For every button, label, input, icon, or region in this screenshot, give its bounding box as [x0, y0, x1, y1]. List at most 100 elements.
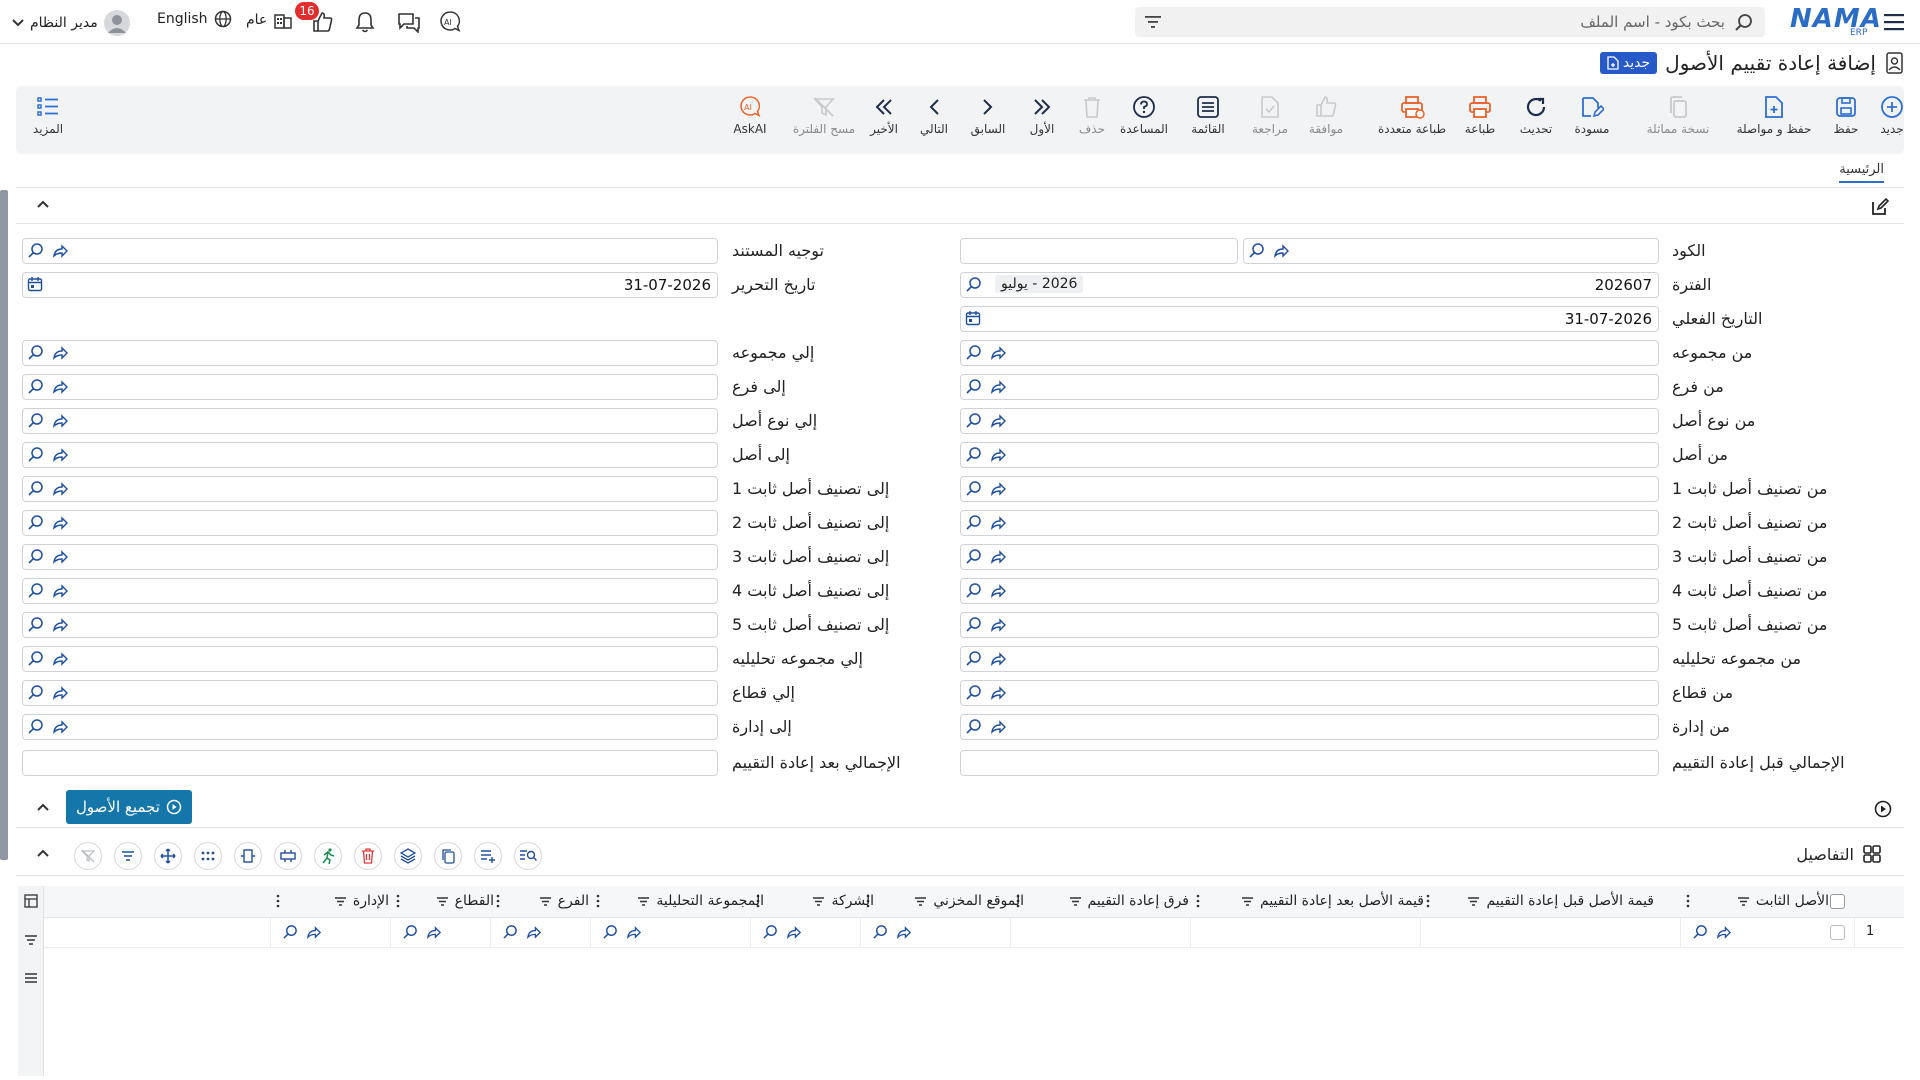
grid-cell-lookup[interactable]: [402, 924, 442, 940]
save-continue-button[interactable]: حفظ و مواصلة: [1724, 92, 1824, 136]
code-extra-field[interactable]: [960, 238, 1238, 264]
grid-cell-lookup[interactable]: [762, 924, 802, 940]
column-header[interactable]: المجموعة التحليلية: [637, 893, 764, 909]
open-link-icon[interactable]: [990, 344, 1007, 361]
column-menu-icon[interactable]: [1686, 894, 1690, 908]
open-link-icon[interactable]: [990, 446, 1007, 463]
grid-cell-lookup[interactable]: [282, 924, 322, 940]
open-link-icon[interactable]: [52, 684, 69, 701]
approve-button[interactable]: موافقة: [1294, 92, 1358, 136]
column-menu-icon[interactable]: [396, 894, 400, 908]
open-link-icon[interactable]: [990, 378, 1007, 395]
from-dept-field[interactable]: [960, 714, 1659, 740]
lookup-search-icon[interactable]: [965, 344, 982, 361]
lookup-search-icon[interactable]: [965, 650, 982, 667]
from-sector-field[interactable]: [960, 680, 1659, 706]
calendar-icon[interactable]: [27, 276, 43, 292]
lookup-search-icon[interactable]: [965, 684, 982, 701]
from-group-field[interactable]: [960, 340, 1659, 366]
lookup-search-icon[interactable]: [402, 924, 418, 940]
lookup-search-icon[interactable]: [965, 412, 982, 429]
run-icon[interactable]: [314, 842, 342, 870]
column-filter-icon[interactable]: [812, 896, 825, 907]
tab-main[interactable]: الرئيسية: [1839, 162, 1884, 183]
to-class4-field[interactable]: [22, 578, 718, 604]
clear-filter-button[interactable]: مسح الفلترة: [786, 92, 862, 136]
to-class1-field[interactable]: [22, 476, 718, 502]
open-link-icon[interactable]: [52, 412, 69, 429]
open-link-icon[interactable]: [306, 924, 322, 940]
from-class3-field[interactable]: [960, 544, 1659, 570]
open-link-icon[interactable]: [52, 446, 69, 463]
lookup-search-icon[interactable]: [872, 924, 888, 940]
collapse-chevron-up-icon[interactable]: [36, 848, 50, 858]
open-link-icon[interactable]: [52, 514, 69, 531]
delete-row-icon[interactable]: [354, 842, 382, 870]
lookup-search-icon[interactable]: [27, 480, 44, 497]
collapse-chevron-up-icon[interactable]: [36, 199, 50, 209]
lookup-search-icon[interactable]: [762, 924, 778, 940]
lookup-search-icon[interactable]: [27, 616, 44, 633]
lookup-search-icon[interactable]: [27, 446, 44, 463]
copy-similar-button[interactable]: نسخة مماثلة: [1628, 92, 1728, 136]
column-filter-icon[interactable]: [914, 896, 927, 907]
column-filter-icon[interactable]: [1737, 896, 1750, 907]
row-checkbox[interactable]: [1830, 925, 1845, 940]
column-filter-icon[interactable]: [637, 896, 650, 907]
to-group-field[interactable]: [22, 340, 718, 366]
from-analytic-field[interactable]: [960, 646, 1659, 672]
column-header[interactable]: الفرع: [539, 893, 589, 909]
chat-icon[interactable]: [397, 11, 421, 33]
table-row[interactable]: 1: [44, 918, 1904, 948]
lookup-search-icon[interactable]: [965, 446, 982, 463]
lookup-search-icon[interactable]: [965, 514, 982, 531]
multi-print-button[interactable]: طباعة متعددة: [1362, 92, 1462, 136]
grid-dots-icon[interactable]: [194, 842, 222, 870]
to-dept-field[interactable]: [22, 714, 718, 740]
language-switch[interactable]: English: [157, 10, 232, 28]
open-link-icon[interactable]: [990, 718, 1007, 735]
lookup-search-icon[interactable]: [965, 718, 982, 735]
open-link-icon[interactable]: [426, 924, 442, 940]
copy-row-icon[interactable]: [434, 842, 462, 870]
lookup-search-icon[interactable]: [1692, 924, 1708, 940]
open-link-icon[interactable]: [990, 514, 1007, 531]
lookup-search-icon[interactable]: [27, 650, 44, 667]
period-field[interactable]: 202607 2026 - يوليو: [960, 272, 1659, 298]
code-field[interactable]: [1243, 238, 1659, 264]
open-link-icon[interactable]: [52, 582, 69, 599]
grid-cell-lookup[interactable]: [872, 924, 912, 940]
column-header[interactable]: قيمة الأصل بعد إعادة التقييم: [1241, 893, 1424, 909]
column-filter-icon[interactable]: [1467, 896, 1480, 907]
open-link-icon[interactable]: [990, 548, 1007, 565]
open-link-icon[interactable]: [990, 582, 1007, 599]
open-link-icon[interactable]: [786, 924, 802, 940]
lookup-search-icon[interactable]: [27, 378, 44, 395]
column-header[interactable]: الأصل الثابت: [1737, 893, 1829, 909]
collect-assets-button[interactable]: تجميع الأصول: [66, 790, 192, 824]
lookup-search-icon[interactable]: [602, 924, 618, 940]
lookup-search-icon[interactable]: [27, 344, 44, 361]
open-link-icon[interactable]: [990, 412, 1007, 429]
column-header[interactable]: الموقع المخزني: [914, 893, 1024, 909]
column-menu-icon[interactable]: [1426, 894, 1430, 908]
to-class5-field[interactable]: [22, 612, 718, 638]
lookup-search-icon[interactable]: [27, 582, 44, 599]
lookup-search-icon[interactable]: [27, 548, 44, 565]
lookup-search-icon[interactable]: [965, 378, 982, 395]
open-link-icon[interactable]: [52, 378, 69, 395]
total-after-field[interactable]: [22, 750, 718, 776]
column-header[interactable]: فرق إعادة التقييم: [1069, 893, 1189, 909]
open-link-icon[interactable]: [990, 650, 1007, 667]
draft-button[interactable]: مسودة: [1560, 92, 1624, 136]
column-header[interactable]: القطاع: [436, 893, 494, 909]
lookup-search-icon[interactable]: [965, 480, 982, 497]
actual-date-field[interactable]: 31-07-2026: [960, 306, 1659, 332]
add-row-icon[interactable]: [474, 842, 502, 870]
calendar-icon[interactable]: [965, 310, 981, 326]
to-class3-field[interactable]: [22, 544, 718, 570]
review-button[interactable]: مراجعة: [1238, 92, 1302, 136]
from-asset-field[interactable]: [960, 442, 1659, 468]
refresh-button[interactable]: تحديث: [1504, 92, 1568, 136]
to-sector-field[interactable]: [22, 680, 718, 706]
